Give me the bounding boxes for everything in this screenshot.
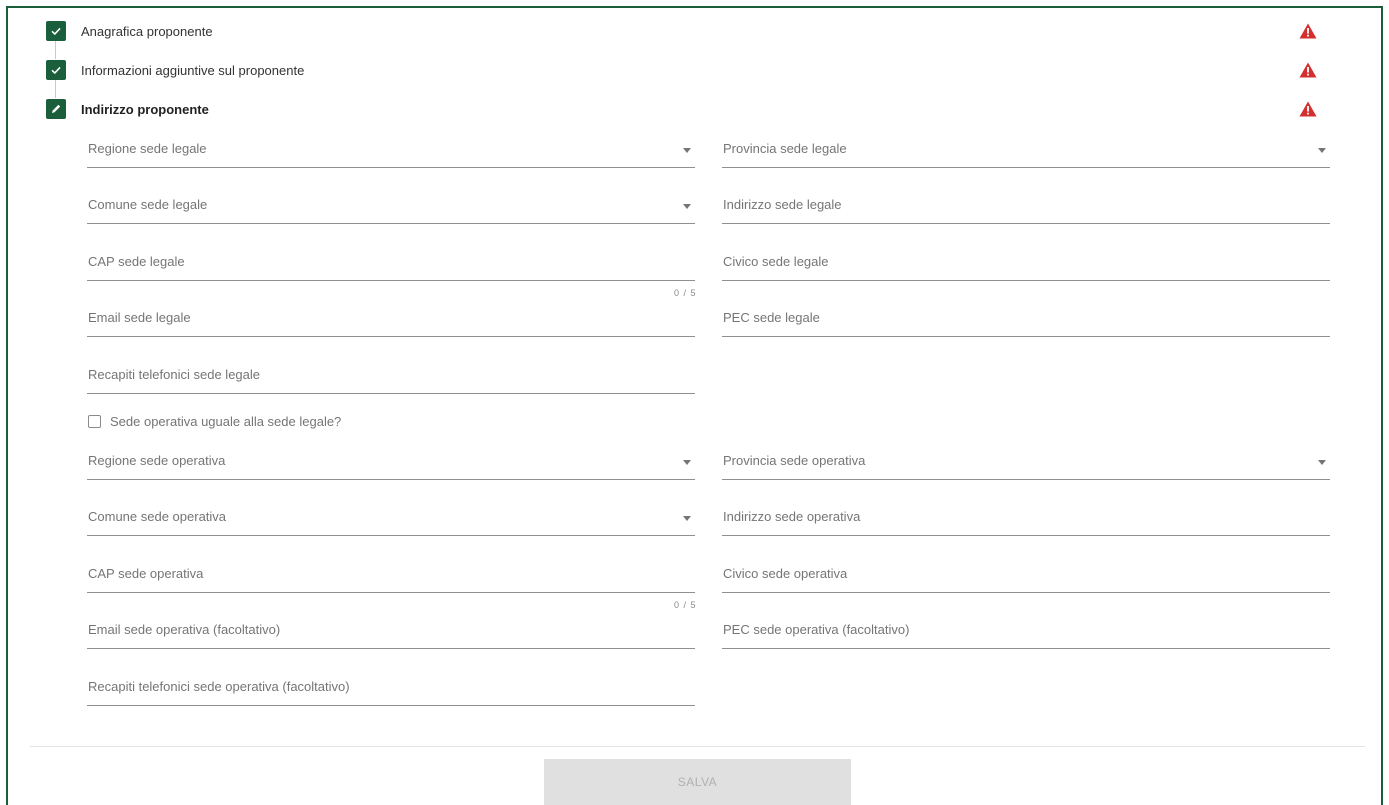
pencil-icon bbox=[46, 99, 66, 119]
dropdown-arrow-icon bbox=[1318, 148, 1326, 153]
field-label: Regione sede legale bbox=[88, 141, 207, 156]
step-connector bbox=[55, 80, 56, 98]
check-icon bbox=[46, 21, 66, 41]
step-indirizzo[interactable]: Indirizzo proponente bbox=[46, 97, 209, 121]
provincia-operativa-select[interactable]: Provincia sede operativa bbox=[722, 446, 1330, 480]
step-connector bbox=[55, 41, 56, 59]
field-label: Email sede operativa (facoltativo) bbox=[88, 622, 281, 637]
warning-icon bbox=[1299, 101, 1317, 117]
field-label: CAP sede operativa bbox=[88, 566, 204, 581]
same-address-checkbox-row[interactable]: Sede operativa uguale alla sede legale? bbox=[88, 414, 341, 429]
field-label: Recapiti telefonici sede legale bbox=[88, 367, 260, 382]
field-label: Recapiti telefonici sede operativa (faco… bbox=[88, 679, 350, 694]
field-label: Indirizzo sede operativa bbox=[723, 509, 861, 524]
field-label: CAP sede legale bbox=[88, 254, 185, 269]
field-label: Civico sede legale bbox=[723, 254, 829, 269]
cap-operativa-input[interactable]: CAP sede operativa bbox=[87, 559, 695, 593]
indirizzo-operativa-input[interactable]: Indirizzo sede operativa bbox=[722, 502, 1330, 536]
field-label: Regione sede operativa bbox=[88, 453, 226, 468]
dropdown-arrow-icon bbox=[1318, 460, 1326, 465]
regione-operativa-select[interactable]: Regione sede operativa bbox=[87, 446, 695, 480]
step-label: Indirizzo proponente bbox=[81, 101, 209, 117]
field-label: Provincia sede operativa bbox=[723, 453, 866, 468]
cap-operativa-counter: 0 / 5 bbox=[674, 600, 697, 610]
regione-legale-select[interactable]: Regione sede legale bbox=[87, 134, 695, 168]
comune-operativa-select[interactable]: Comune sede operativa bbox=[87, 502, 695, 536]
step-informazioni-aggiuntive[interactable]: Informazioni aggiuntive sul proponente bbox=[46, 58, 304, 82]
field-label: Indirizzo sede legale bbox=[723, 197, 842, 212]
telefono-operativa-input[interactable]: Recapiti telefonici sede operativa (faco… bbox=[87, 672, 695, 706]
step-anagrafica[interactable]: Anagrafica proponente bbox=[46, 19, 213, 43]
dropdown-arrow-icon bbox=[683, 460, 691, 465]
provincia-legale-select[interactable]: Provincia sede legale bbox=[722, 134, 1330, 168]
save-button[interactable]: SALVA bbox=[544, 759, 851, 805]
field-label: PEC sede operativa (facoltativo) bbox=[723, 622, 910, 637]
cap-legale-input[interactable]: CAP sede legale bbox=[87, 247, 695, 281]
field-label: Provincia sede legale bbox=[723, 141, 847, 156]
dropdown-arrow-icon bbox=[683, 204, 691, 209]
field-label: PEC sede legale bbox=[723, 310, 820, 325]
footer-divider bbox=[30, 746, 1365, 747]
indirizzo-legale-input[interactable]: Indirizzo sede legale bbox=[722, 190, 1330, 224]
telefono-legale-input[interactable]: Recapiti telefonici sede legale bbox=[87, 360, 695, 394]
check-icon bbox=[46, 60, 66, 80]
pec-operativa-input[interactable]: PEC sede operativa (facoltativo) bbox=[722, 615, 1330, 649]
step-label: Informazioni aggiuntive sul proponente bbox=[81, 62, 305, 78]
comune-legale-select[interactable]: Comune sede legale bbox=[87, 190, 695, 224]
civico-legale-input[interactable]: Civico sede legale bbox=[722, 247, 1330, 281]
pec-legale-input[interactable]: PEC sede legale bbox=[722, 303, 1330, 337]
civico-operativa-input[interactable]: Civico sede operativa bbox=[722, 559, 1330, 593]
warning-icon bbox=[1299, 62, 1317, 78]
dropdown-arrow-icon bbox=[683, 148, 691, 153]
same-address-checkbox[interactable] bbox=[88, 415, 101, 428]
email-legale-input[interactable]: Email sede legale bbox=[87, 303, 695, 337]
field-label: Comune sede operativa bbox=[88, 509, 227, 524]
dropdown-arrow-icon bbox=[683, 516, 691, 521]
email-operativa-input[interactable]: Email sede operativa (facoltativo) bbox=[87, 615, 695, 649]
same-address-label: Sede operativa uguale alla sede legale? bbox=[110, 414, 342, 429]
field-label: Email sede legale bbox=[88, 310, 191, 325]
step-label: Anagrafica proponente bbox=[81, 23, 213, 39]
warning-icon bbox=[1299, 23, 1317, 39]
field-label: Comune sede legale bbox=[88, 197, 208, 212]
field-label: Civico sede operativa bbox=[723, 566, 848, 581]
cap-legale-counter: 0 / 5 bbox=[674, 288, 697, 298]
